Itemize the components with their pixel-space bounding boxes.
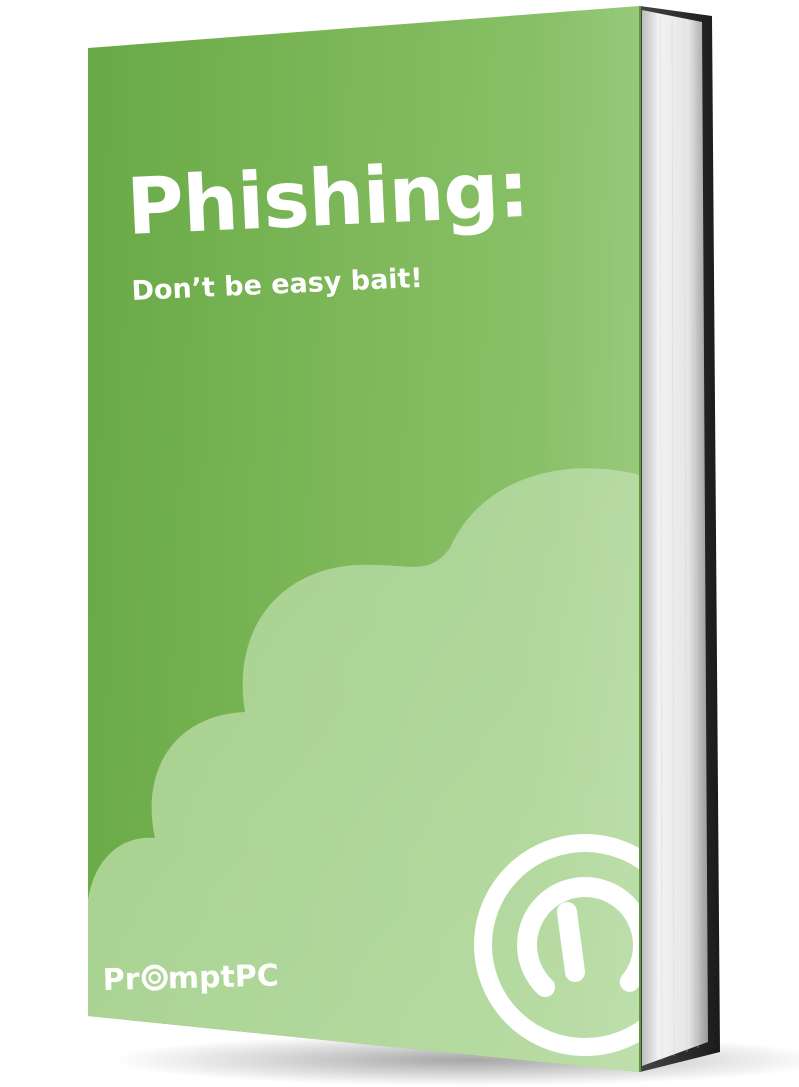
- book-mockup: Phishing: Don’t be easy bait! Pr mptPC: [0, 0, 799, 1087]
- brand-logo-text-post: mptPC: [167, 958, 279, 996]
- book-pages: [642, 10, 708, 1066]
- brand-logo-text-pre: Pr: [102, 962, 140, 998]
- book-cover: Phishing: Don’t be easy bait! Pr mptPC: [88, 6, 640, 1072]
- brand-logo: Pr mptPC: [102, 958, 279, 998]
- book-illustration: Phishing: Don’t be easy bait! Pr mptPC: [88, 6, 799, 1086]
- book-title: Phishing:: [125, 145, 530, 253]
